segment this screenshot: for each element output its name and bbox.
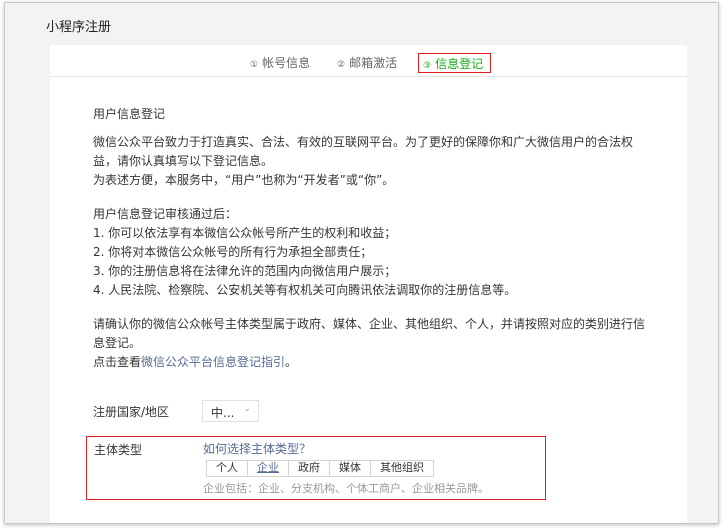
registration-card: ① 帐号信息 ② 邮箱激活 ③ 信息登记 用户信息登记 微信公众平台致力于打造真实、合… [50, 45, 687, 523]
tab-other-organization[interactable]: 其他组织 [371, 461, 433, 476]
tab-individual[interactable]: 个人 [207, 461, 248, 476]
step-account-info: ① 帐号信息 [250, 54, 310, 71]
step-label: 邮箱激活 [349, 56, 398, 70]
step-number: ① [250, 60, 259, 70]
step-number: ③ [423, 61, 432, 71]
subject-type-description: 企业包括：企业、分支机构、个体工商户、企业相关品牌。 [203, 482, 489, 495]
list-item: 3. 你的注册信息将在法律允许的范围内向微信用户展示； [93, 264, 397, 278]
subject-type-section: 主体类型 如何选择主体类型？ 个人 企业 政府 媒体 其他组织 企业包括：企业、… [86, 436, 546, 500]
subject-help-link[interactable]: 如何选择主体类型？ [203, 440, 311, 457]
step-indicator: ① 帐号信息 ② 邮箱激活 ③ 信息登记 [50, 45, 687, 77]
window-frame: 小程序注册 ① 帐号信息 ② 邮箱激活 ③ 信息登记 用户信息登记 微信公众平台致力于… [4, 2, 719, 524]
guide-link[interactable]: 微信公众平台信息登记指引 [141, 355, 285, 369]
intro-title: 用户信息登记 [93, 107, 166, 121]
page-title: 小程序注册 [46, 20, 112, 35]
step-label: 信息登记 [435, 57, 484, 71]
intro-paragraph-1: 微信公众平台致力于打造真实、合法、有效的互联网平台。为了更好的保障你和广大微信用… [93, 135, 634, 168]
list-item: 2. 你将对本微信公众帐号的所有行为承担全部责任； [93, 245, 373, 259]
guide-line: 点击查看微信公众平台信息登记指引。 [93, 353, 653, 372]
tab-government[interactable]: 政府 [289, 461, 330, 476]
step-info-registration: ③ 信息登记 [418, 53, 492, 73]
guide-prefix: 点击查看 [93, 355, 142, 369]
region-row: 注册国家/地区 中... ⌄ [93, 400, 653, 424]
step-number: ② [337, 60, 346, 70]
list-item: 4. 人民法院、检察院、公安机关等有权机关可向腾讯依法调取你的注册信息等。 [93, 283, 517, 297]
intro-section: 用户信息登记 微信公众平台致力于打造真实、合法、有效的互联网平台。为了更好的保障… [93, 105, 653, 372]
tab-enterprise[interactable]: 企业 [248, 461, 289, 476]
subject-type-tabs: 个人 企业 政府 媒体 其他组织 [206, 460, 434, 477]
chevron-down-icon: ⌄ [243, 404, 251, 414]
step-label: 帐号信息 [262, 56, 311, 70]
guide-suffix: 。 [285, 355, 298, 369]
confirm-paragraph: 请确认你的微信公众帐号主体类型属于政府、媒体、企业、其他组织、个人，并请按照对应… [93, 317, 646, 350]
subject-type-label: 主体类型 [94, 443, 143, 457]
tab-media[interactable]: 媒体 [330, 461, 371, 476]
region-label: 注册国家/地区 [93, 405, 170, 419]
region-value: 中... [211, 406, 235, 420]
step-email-activation: ② 邮箱激活 [337, 54, 397, 71]
region-select[interactable]: 中... ⌄ [202, 400, 259, 422]
after-approval-title: 用户信息登记审核通过后： [93, 207, 238, 221]
list-item: 1. 你可以依法享有本微信公众帐号所产生的权利和收益； [93, 226, 397, 240]
intro-paragraph-2: 为表述方便，本服务中，“用户”也称为“开发者”或“你”。 [93, 173, 395, 187]
